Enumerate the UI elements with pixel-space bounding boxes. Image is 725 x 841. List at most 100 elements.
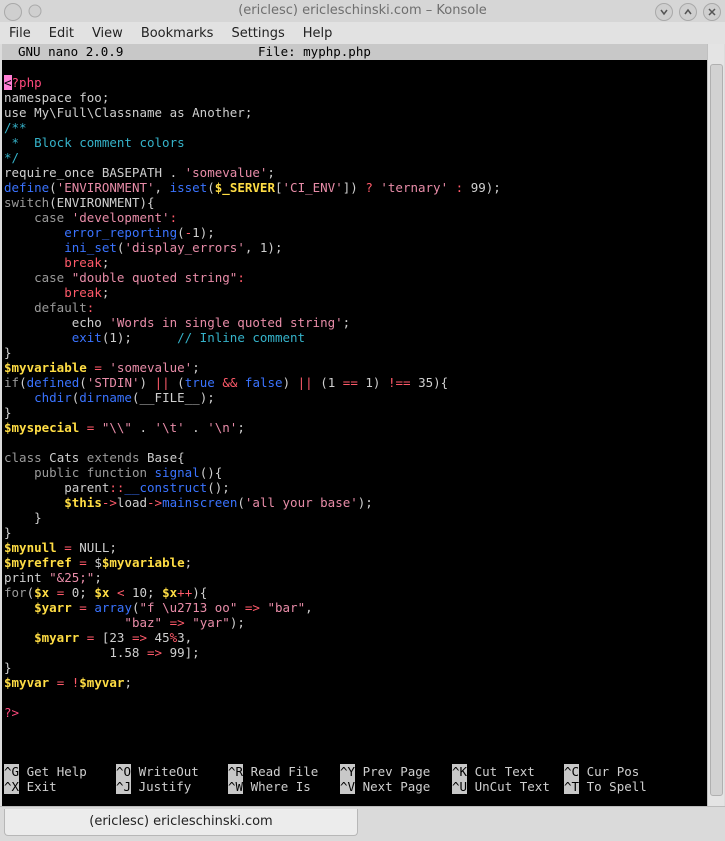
code-token: ? (365, 180, 373, 195)
menu-edit[interactable]: Edit (40, 26, 83, 41)
code-token: ; (184, 555, 193, 570)
menu-bar: File Edit View Bookmarks Settings Help (0, 22, 725, 44)
scrollbar-thumb[interactable] (710, 64, 723, 796)
shortcut-label: Cur Pos (579, 764, 640, 779)
code-token: default (34, 300, 87, 315)
code-token: "\\" (101, 420, 132, 435)
code-line: for($x = 0; $x < 10; $x++){ (4, 585, 704, 600)
shortcut-item: ^U UnCut Text (452, 779, 550, 794)
code-token: */ (4, 150, 20, 165)
menu-settings[interactable]: Settings (222, 26, 293, 41)
shortcut-key: ^C (564, 764, 580, 779)
code-token: "baz" (124, 615, 163, 630)
code-token: define (4, 180, 50, 195)
editor-buffer[interactable]: <?php namespace foo; use My\Full\Classname… (4, 75, 704, 720)
code-token: 3, (177, 630, 193, 645)
code-token: => (147, 645, 163, 660)
nano-header: GNU nano 2.0.9 File: myphp.php (2, 44, 707, 60)
code-token: array (94, 600, 132, 615)
terminal-scrollbar[interactable] (707, 44, 724, 806)
shortcut-label: WriteOut (131, 764, 199, 779)
code-line: */ (4, 150, 704, 165)
code-token: print (4, 570, 50, 585)
minimize-button[interactable] (655, 3, 673, 21)
shortcut-label: Justify (131, 779, 192, 794)
shortcut-item: ^O WriteOut (116, 764, 199, 779)
code-token: : (86, 300, 95, 315)
code-token: ; (101, 255, 110, 270)
code-token: 'display_errors' (124, 240, 245, 255)
code-line: parent::__construct(); (4, 480, 704, 495)
shortcut-key: ^K (452, 764, 468, 779)
menu-bookmarks[interactable]: Bookmarks (132, 26, 223, 41)
code-token: $x (162, 585, 178, 600)
menu-view[interactable]: View (83, 26, 132, 41)
terminal-view[interactable]: GNU nano 2.0.9 File: myphp.php <?php name… (2, 44, 707, 806)
code-token: use My\Full\Classname as Another; (4, 105, 253, 120)
menu-help[interactable]: Help (294, 26, 342, 41)
code-line: print "&25;"; (4, 570, 704, 585)
code-line: $this->load->mainscreen('all your base')… (4, 495, 704, 510)
code-line: $yarr = array("f \u2713 oo" => "bar", (4, 600, 704, 615)
shortcut-key: ^O (116, 764, 132, 779)
code-token: $myvar (4, 675, 50, 690)
code-line: } (4, 525, 704, 540)
code-token: extends (86, 450, 140, 465)
code-token: false (244, 375, 283, 390)
code-token: ( (177, 225, 185, 240)
code-token: (ENVIRONMENT){ (49, 195, 155, 210)
code-token: 'Words in single quoted string' (109, 315, 343, 330)
shortcut-label: Next Page (355, 779, 431, 794)
code-token: $ (86, 555, 102, 570)
code-token: } (4, 510, 42, 525)
code-line: $mynull = NULL; (4, 540, 704, 555)
code-line: $myvar = !$myvar; (4, 675, 704, 690)
code-line: * Block comment colors (4, 135, 704, 150)
code-token: '\n' (207, 420, 238, 435)
code-token: $myvariable (101, 555, 185, 570)
code-token: 'all your base' (244, 495, 358, 510)
code-token: || (297, 375, 313, 390)
code-token: $myspecial (4, 420, 80, 435)
code-token: ( (19, 375, 27, 390)
window-title: (ericlesc) ericleschinski.com – Konsole (238, 3, 487, 18)
code-token: ); (357, 495, 373, 510)
code-token: $this (64, 495, 102, 510)
maximize-button[interactable] (679, 3, 697, 21)
session-tab[interactable]: (ericlesc) ericleschinski.com (4, 809, 358, 836)
shortcut-item: ^Y Prev Page (340, 764, 430, 779)
shortcut-label: Exit (19, 779, 57, 794)
code-line: exit(1); // Inline comment (4, 330, 704, 345)
code-token: 'CI_ENV' (282, 180, 343, 195)
code-token: $_SERVER (214, 180, 275, 195)
code-token: case (34, 210, 65, 225)
code-token: :: (109, 480, 125, 495)
maximize-icon (684, 8, 692, 15)
code-token: ( (49, 180, 57, 195)
menu-file[interactable]: File (0, 26, 40, 41)
code-line: case 'development': (4, 210, 704, 225)
code-token: % (169, 630, 178, 645)
code-token: 'ternary' (380, 180, 449, 195)
code-token: => (131, 630, 148, 645)
shortcut-key: ^G (4, 764, 20, 779)
close-button[interactable] (703, 3, 721, 21)
code-token: !== (387, 375, 411, 390)
code-token: $myarr (34, 630, 80, 645)
code-token: ); (229, 615, 245, 630)
code-token: 45 (147, 630, 170, 645)
code-token: . (131, 420, 155, 435)
